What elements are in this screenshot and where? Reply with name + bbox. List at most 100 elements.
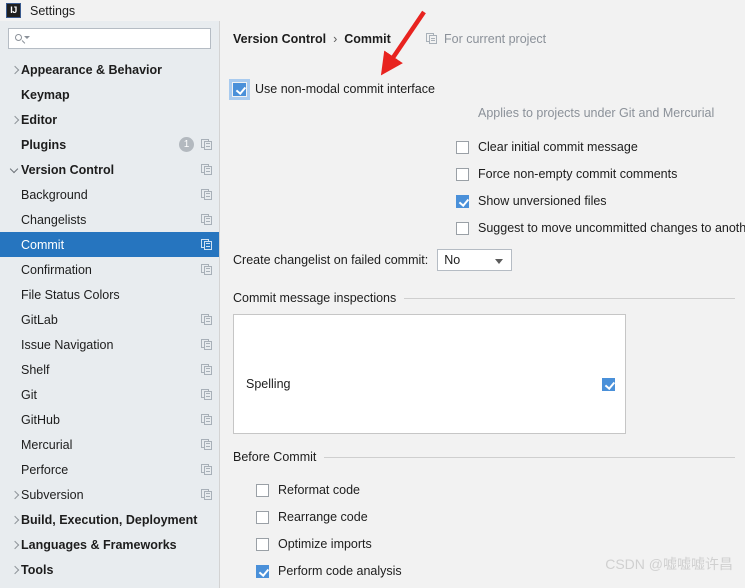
before-commit-rearrange-code[interactable]: Rearrange code bbox=[256, 510, 368, 524]
copy-icon[interactable] bbox=[201, 438, 213, 451]
create-changelist-field: Create changelist on failed commit: No bbox=[233, 249, 513, 271]
copy-icon[interactable] bbox=[201, 363, 213, 376]
settings-window: Settings Appearance & Behavior Keymap Edit… bbox=[0, 0, 745, 588]
checkbox-reformat-code[interactable] bbox=[256, 484, 269, 497]
checkbox-rearrange-code[interactable] bbox=[256, 511, 269, 524]
before-commit-reformat-code[interactable]: Reformat code bbox=[256, 483, 360, 497]
settings-main-panel: Version Control › Commit For current pro… bbox=[220, 21, 745, 588]
sidebar-item-appearance-behavior[interactable]: Appearance & Behavior bbox=[0, 57, 219, 82]
sidebar-item-label: File Status Colors bbox=[21, 287, 120, 302]
copy-icon[interactable] bbox=[201, 263, 213, 276]
checkbox-use-non-modal-commit-interface[interactable] bbox=[229, 79, 250, 100]
search-box[interactable] bbox=[8, 28, 211, 49]
option-show-unversioned-files[interactable]: Show unversioned files bbox=[456, 194, 607, 208]
sidebar-item-changelists[interactable]: Changelists bbox=[0, 207, 219, 232]
copy-icon[interactable] bbox=[201, 463, 213, 476]
chevron-right-icon[interactable] bbox=[8, 63, 21, 76]
option-clear-initial-commit-message[interactable]: Clear initial commit message bbox=[456, 140, 638, 154]
before-commit-optimize-imports[interactable]: Optimize imports bbox=[256, 537, 372, 551]
sidebar-item-languages-frameworks[interactable]: Languages & Frameworks bbox=[0, 532, 219, 557]
sidebar-item-label: Confirmation bbox=[21, 262, 92, 277]
settings-tree: Appearance & Behavior Keymap Editor Plugins… bbox=[0, 57, 219, 582]
chevron-right-icon[interactable] bbox=[8, 488, 21, 501]
create-changelist-label: Create changelist on failed commit: bbox=[233, 253, 429, 267]
sidebar-item-file-status-colors[interactable]: File Status Colors bbox=[0, 282, 219, 307]
non-modal-note: Applies to projects under Git and Mercur… bbox=[478, 106, 715, 120]
copy-icon[interactable] bbox=[201, 313, 213, 326]
copy-icon[interactable] bbox=[201, 338, 213, 351]
group-divider bbox=[324, 456, 735, 458]
sidebar-item-tools[interactable]: Tools bbox=[0, 557, 219, 582]
copy-icon[interactable] bbox=[201, 213, 213, 226]
copy-icon[interactable] bbox=[201, 388, 213, 401]
option-label: Show unversioned files bbox=[478, 194, 607, 208]
group-title: Before Commit bbox=[233, 450, 317, 464]
breadcrumb-current: Commit bbox=[344, 32, 391, 46]
breadcrumb-parent[interactable]: Version Control bbox=[233, 32, 326, 46]
copy-icon[interactable] bbox=[201, 163, 213, 176]
sidebar-item-background[interactable]: Background bbox=[0, 182, 219, 207]
chevron-down-icon[interactable] bbox=[8, 163, 21, 176]
checkbox-perform-code-analysis[interactable] bbox=[256, 565, 269, 578]
scope-label: For current project bbox=[444, 32, 547, 46]
copy-icon[interactable] bbox=[201, 488, 213, 501]
copy-icon[interactable] bbox=[201, 238, 213, 251]
sidebar-item-perforce[interactable]: Perforce bbox=[0, 457, 219, 482]
sidebar-item-mercurial[interactable]: Mercurial bbox=[0, 432, 219, 457]
sidebar-item-build-execution-deployment[interactable]: Build, Execution, Deployment bbox=[0, 507, 219, 532]
sidebar-item-plugins[interactable]: Plugins 1 bbox=[0, 132, 219, 157]
sidebar-item-version-control[interactable]: Version Control bbox=[0, 157, 219, 182]
sidebar-item-label: Build, Execution, Deployment bbox=[21, 512, 198, 527]
chevron-right-icon[interactable] bbox=[8, 563, 21, 576]
copy-icon[interactable] bbox=[201, 138, 213, 151]
checkbox-show-unversioned-files[interactable] bbox=[456, 195, 469, 208]
checkbox-optimize-imports[interactable] bbox=[256, 538, 269, 551]
chevron-right-icon[interactable] bbox=[8, 113, 21, 126]
checkbox-clear-initial-commit-message[interactable] bbox=[456, 141, 469, 154]
sidebar-item-github[interactable]: GitHub bbox=[0, 407, 219, 432]
option-label: Suggest to move uncommitted changes to a… bbox=[478, 221, 745, 235]
create-changelist-select[interactable]: No bbox=[437, 249, 513, 271]
sidebar-item-label: Editor bbox=[21, 112, 58, 127]
before-commit-group-header: Before Commit bbox=[233, 450, 735, 464]
chevron-right-icon[interactable] bbox=[8, 538, 21, 551]
group-title: Commit message inspections bbox=[233, 291, 397, 305]
search-icon bbox=[15, 33, 30, 45]
sidebar-item-shelf[interactable]: Shelf bbox=[0, 357, 219, 382]
sidebar-item-issue-navigation[interactable]: Issue Navigation bbox=[0, 332, 219, 357]
option-label: Reformat code bbox=[278, 483, 360, 497]
option-label: Force non-empty commit comments bbox=[478, 167, 678, 181]
inspection-row-spelling[interactable]: Spelling bbox=[234, 374, 625, 394]
option-use-non-modal-commit-interface[interactable]: Use non-modal commit interface bbox=[229, 79, 435, 100]
breadcrumb-separator-icon: › bbox=[333, 32, 338, 46]
copy-icon[interactable] bbox=[201, 413, 213, 426]
inspections-list[interactable]: Spelling bbox=[233, 314, 626, 434]
create-changelist-value: No bbox=[444, 253, 461, 267]
checkbox-inspection-spelling[interactable] bbox=[602, 378, 615, 391]
sidebar-item-editor[interactable]: Editor bbox=[0, 107, 219, 132]
sidebar-item-confirmation[interactable]: Confirmation bbox=[0, 257, 219, 282]
chevron-down-icon bbox=[495, 259, 504, 264]
checkbox-suggest-move-uncommitted-changes[interactable] bbox=[456, 222, 469, 235]
sidebar-item-gitlab[interactable]: GitLab bbox=[0, 307, 219, 332]
sidebar-item-label: Mercurial bbox=[21, 437, 73, 452]
option-suggest-move-uncommitted-changes[interactable]: Suggest to move uncommitted changes to a… bbox=[456, 221, 745, 235]
sidebar-item-keymap[interactable]: Keymap bbox=[0, 82, 219, 107]
before-commit-perform-code-analysis[interactable]: Perform code analysis bbox=[256, 564, 402, 578]
scope-indicator: For current project bbox=[426, 32, 546, 46]
copy-icon[interactable] bbox=[201, 188, 213, 201]
option-label: Perform code analysis bbox=[278, 564, 402, 578]
sidebar-item-commit[interactable]: Commit bbox=[0, 232, 219, 257]
search-input[interactable] bbox=[27, 30, 210, 47]
sidebar-item-subversion[interactable]: Subversion bbox=[0, 482, 219, 507]
window-title-bar: Settings bbox=[0, 0, 745, 21]
sidebar-item-git[interactable]: Git bbox=[0, 382, 219, 407]
checkbox-force-non-empty-commit-comments[interactable] bbox=[456, 168, 469, 181]
chevron-right-icon[interactable] bbox=[8, 513, 21, 526]
option-force-non-empty-commit-comments[interactable]: Force non-empty commit comments bbox=[456, 167, 677, 181]
